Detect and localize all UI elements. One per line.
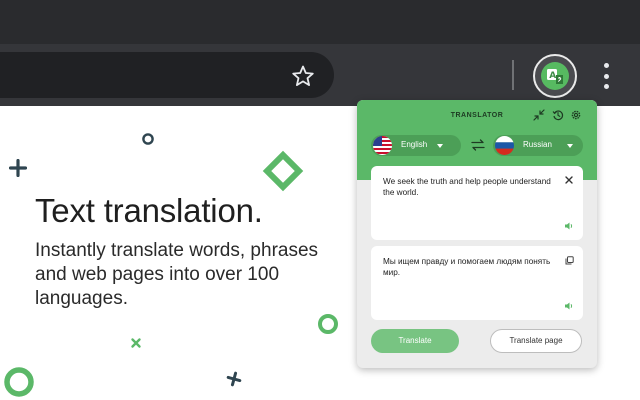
result-speak-button[interactable] [564,301,574,311]
swap-languages-icon[interactable] [471,139,485,151]
speaker-icon [565,302,573,310]
diamond-decoration-icon [262,150,304,192]
source-speak-button[interactable] [564,221,574,231]
bookmark-star-button[interactable] [286,59,320,93]
settings-icon [571,110,581,120]
hero-title: Text translation. [35,192,263,229]
copy-icon [565,255,574,264]
source-text-area[interactable]: We seek the truth and help people unders… [371,166,583,240]
plus-decoration-icon [9,159,27,177]
browser-menu-button[interactable] [598,60,614,92]
target-language-label: Russian [523,140,552,149]
ring-decoration-icon [318,314,338,334]
chevron-down-icon [567,144,573,148]
close-icon [565,176,573,184]
cross-decoration-icon [131,338,141,348]
extension-translator-icon: A [541,62,569,90]
address-bar[interactable] [0,52,334,98]
source-text[interactable]: We seek the truth and help people unders… [383,176,553,198]
result-text-area: Мы ищем правду и помогаем людям понять м… [371,246,583,320]
hero-description: Instantly translate words, phrases and w… [35,240,319,309]
toolbar-divider [512,60,514,90]
result-text: Мы ищем правду и помогаем людям понять м… [383,257,551,277]
translator-extension-button[interactable]: A [533,54,577,98]
settings-button[interactable] [569,108,583,122]
history-icon [552,110,564,121]
ru-flag-icon [495,136,514,155]
collapse-icon [533,109,545,121]
source-language-label: English [401,140,428,149]
star-icon [292,65,314,86]
us-flag-icon [373,136,392,155]
clear-text-button[interactable] [564,175,574,185]
chevron-down-icon [437,144,443,148]
speaker-icon [565,222,573,230]
target-language-select[interactable]: Russian [493,135,583,156]
source-language-select[interactable]: English [371,135,461,156]
more-vert-icon [603,63,609,68]
translate-button[interactable]: Translate [371,329,459,353]
history-button[interactable] [551,108,565,122]
translator-popup: TRANSLATOR English Russian We seek the t… [357,100,597,368]
plus-decoration-icon [226,371,242,387]
ring-decoration-icon [4,367,34,397]
browser-tab-strip [0,0,640,44]
svg-text:A: A [549,71,556,81]
ring-decoration-icon [142,133,154,145]
translate-page-button[interactable]: Translate page [490,329,582,353]
copy-button[interactable] [564,255,574,265]
collapse-button[interactable] [532,108,546,122]
